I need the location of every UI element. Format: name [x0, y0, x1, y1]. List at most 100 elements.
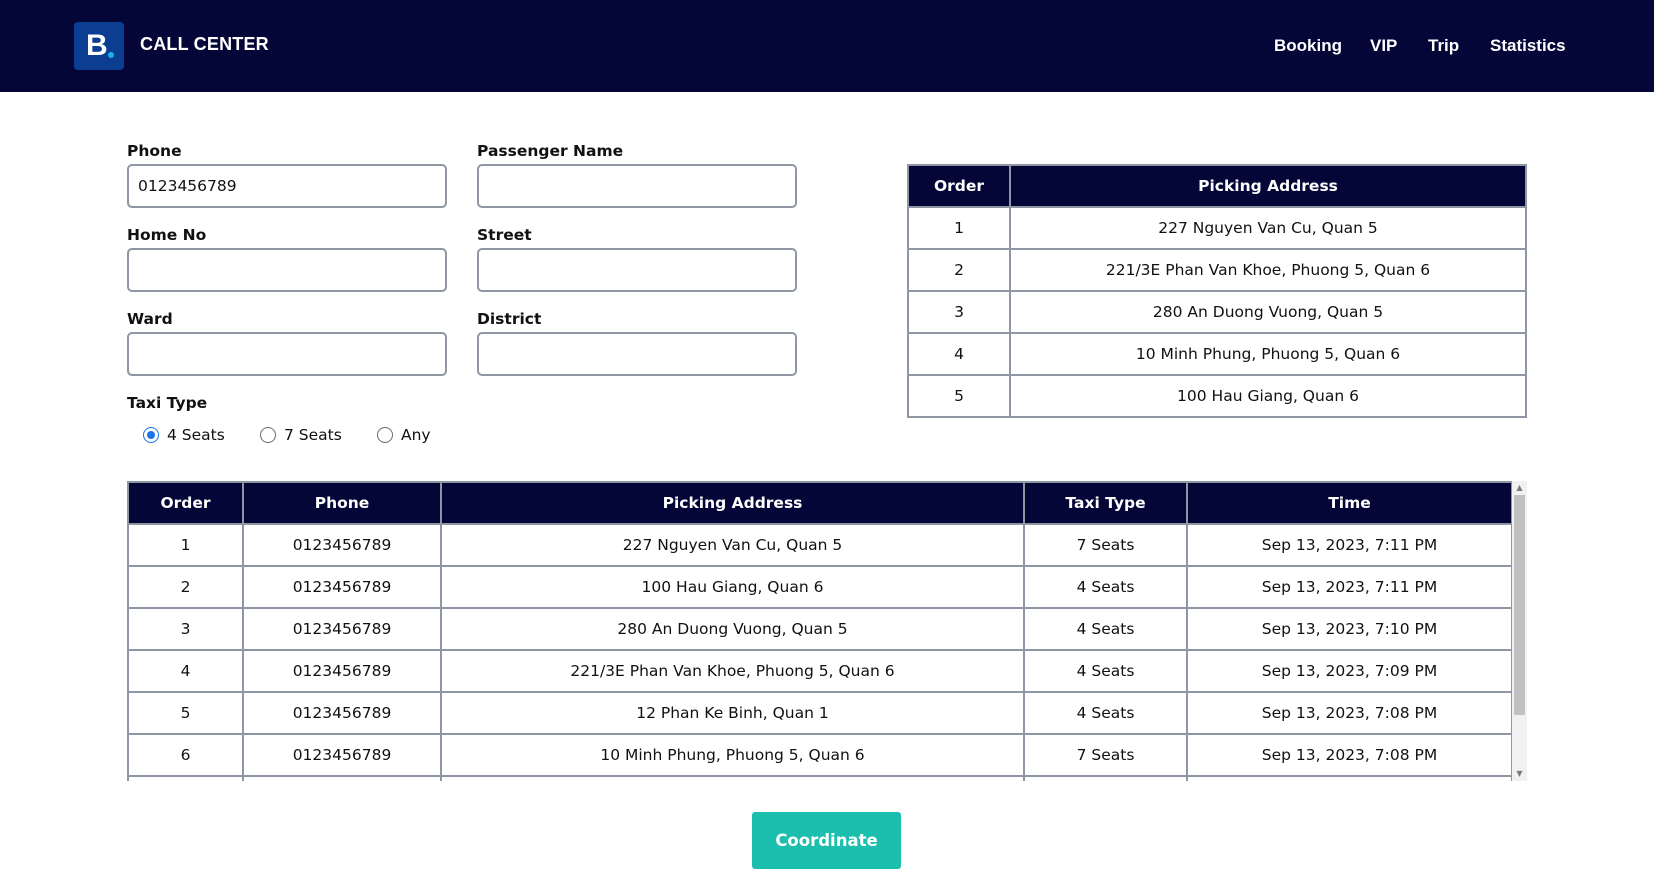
scroll-up-arrow-icon[interactable]: ▲	[1512, 483, 1527, 493]
table-row[interactable]: 3 280 An Duong Vuong, Quan 5	[907, 290, 1527, 334]
cell-order: 5	[127, 691, 244, 735]
col-order: Order	[907, 164, 1011, 208]
cell-time: Sep 13, 2023, 7:08 PM	[1186, 733, 1513, 777]
cell-taxi-type: 4 Seats	[1023, 691, 1188, 735]
cell-taxi-type	[1023, 775, 1188, 781]
col-picking-address: Picking Address	[440, 481, 1025, 525]
cell-taxi-type: 7 Seats	[1023, 733, 1188, 777]
taxi-type-4-seats[interactable]: 4 Seats	[143, 424, 225, 446]
cell-phone	[242, 775, 442, 781]
street-input[interactable]	[477, 248, 797, 292]
cell-order: 5	[907, 374, 1011, 418]
cell-order: 4	[907, 332, 1011, 376]
radio-7-seats[interactable]	[260, 427, 276, 443]
cell-address: 280 An Duong Vuong, Quan 5	[1009, 290, 1527, 334]
district-input[interactable]	[477, 332, 797, 376]
logo-dot-icon	[108, 52, 114, 58]
col-time: Time	[1186, 481, 1513, 525]
table-header-row: Order Phone Picking Address Taxi Type Ti…	[127, 481, 1513, 525]
cell-order: 2	[907, 248, 1011, 292]
booking-table: Order Phone Picking Address Taxi Type Ti…	[127, 481, 1513, 781]
cell-order: 6	[127, 733, 244, 777]
logo[interactable]: B	[74, 22, 124, 70]
table-row[interactable]: 5 100 Hau Giang, Quan 6	[907, 374, 1527, 418]
cell-time: Sep 13, 2023, 7:11 PM	[1186, 523, 1513, 567]
cell-address: 12 Phan Ke Binh, Quan 1	[440, 691, 1025, 735]
passenger-name-label: Passenger Name	[477, 142, 624, 160]
cell-order: 1	[907, 206, 1011, 250]
top-navbar: B CALL CENTER Booking VIP Trip Statistic…	[0, 0, 1654, 92]
district-label: District	[477, 310, 542, 328]
cell-order: 4	[127, 649, 244, 693]
street-label: Street	[477, 226, 532, 244]
cell-order: 3	[127, 607, 244, 651]
cell-taxi-type: 7 Seats	[1023, 523, 1188, 567]
logo-letter: B	[86, 29, 108, 62]
cell-address	[440, 775, 1025, 781]
cell-order	[127, 775, 244, 781]
taxi-type-7-seats[interactable]: 7 Seats	[260, 424, 342, 446]
col-taxi-type: Taxi Type	[1023, 481, 1188, 525]
scroll-down-arrow-icon[interactable]: ▼	[1512, 769, 1527, 779]
cell-address: 221/3E Phan Van Khoe, Phuong 5, Quan 6	[440, 649, 1025, 693]
table-row[interactable]: 2 0123456789 100 Hau Giang, Quan 6 4 Sea…	[127, 565, 1513, 609]
table-row[interactable]: 5 0123456789 12 Phan Ke Binh, Quan 1 4 S…	[127, 691, 1513, 735]
cell-address: 100 Hau Giang, Quan 6	[1009, 374, 1527, 418]
cell-phone: 0123456789	[242, 523, 442, 567]
radio-4-seats[interactable]	[143, 427, 159, 443]
taxi-type-label: Taxi Type	[127, 394, 208, 412]
ward-label: Ward	[127, 310, 173, 328]
table-row[interactable]: 4 10 Minh Phung, Phuong 5, Quan 6	[907, 332, 1527, 376]
nav-statistics[interactable]: Statistics	[1490, 36, 1566, 56]
radio-7-seats-label: 7 Seats	[284, 426, 342, 444]
cell-order: 2	[127, 565, 244, 609]
radio-any[interactable]	[377, 427, 393, 443]
cell-phone: 0123456789	[242, 733, 442, 777]
cell-taxi-type: 4 Seats	[1023, 649, 1188, 693]
cell-time	[1186, 775, 1513, 781]
cell-time: Sep 13, 2023, 7:10 PM	[1186, 607, 1513, 651]
table-header-row: Order Picking Address	[907, 164, 1527, 208]
cell-address: 227 Nguyen Van Cu, Quan 5	[1009, 206, 1527, 250]
cell-address: 100 Hau Giang, Quan 6	[440, 565, 1025, 609]
table-row[interactable]	[127, 775, 1513, 781]
nav-trip[interactable]: Trip	[1428, 36, 1459, 56]
cell-phone: 0123456789	[242, 649, 442, 693]
passenger-name-input[interactable]	[477, 164, 797, 208]
col-phone: Phone	[242, 481, 442, 525]
radio-any-label: Any	[401, 426, 431, 444]
cell-phone: 0123456789	[242, 691, 442, 735]
cell-address: 227 Nguyen Van Cu, Quan 5	[440, 523, 1025, 567]
cell-time: Sep 13, 2023, 7:09 PM	[1186, 649, 1513, 693]
booking-table-scroll-area[interactable]: Order Phone Picking Address Taxi Type Ti…	[127, 481, 1527, 781]
cell-taxi-type: 4 Seats	[1023, 565, 1188, 609]
coordinate-button[interactable]: Coordinate	[752, 812, 901, 869]
nav-vip[interactable]: VIP	[1370, 36, 1397, 56]
cell-address: 10 Minh Phung, Phuong 5, Quan 6	[440, 733, 1025, 777]
ward-input[interactable]	[127, 332, 447, 376]
home-no-label: Home No	[127, 226, 207, 244]
col-picking-address: Picking Address	[1009, 164, 1527, 208]
table-row[interactable]: 1 0123456789 227 Nguyen Van Cu, Quan 5 7…	[127, 523, 1513, 567]
scrollbar-thumb[interactable]	[1514, 495, 1525, 715]
cell-phone: 0123456789	[242, 565, 442, 609]
cell-phone: 0123456789	[242, 607, 442, 651]
radio-4-seats-label: 4 Seats	[167, 426, 225, 444]
booking-table-scrollbar[interactable]: ▲ ▼	[1512, 481, 1527, 781]
taxi-type-any[interactable]: Any	[377, 424, 431, 446]
table-row[interactable]: 6 0123456789 10 Minh Phung, Phuong 5, Qu…	[127, 733, 1513, 777]
home-no-input[interactable]	[127, 248, 447, 292]
cell-time: Sep 13, 2023, 7:08 PM	[1186, 691, 1513, 735]
table-row[interactable]: 1 227 Nguyen Van Cu, Quan 5	[907, 206, 1527, 250]
phone-input[interactable]	[127, 164, 447, 208]
cell-address: 10 Minh Phung, Phuong 5, Quan 6	[1009, 332, 1527, 376]
brand-title: CALL CENTER	[140, 34, 269, 54]
phone-label: Phone	[127, 142, 182, 160]
nav-booking[interactable]: Booking	[1274, 36, 1342, 56]
table-row[interactable]: 4 0123456789 221/3E Phan Van Khoe, Phuon…	[127, 649, 1513, 693]
picking-address-table: Order Picking Address 1 227 Nguyen Van C…	[907, 164, 1527, 418]
cell-address: 280 An Duong Vuong, Quan 5	[440, 607, 1025, 651]
cell-time: Sep 13, 2023, 7:11 PM	[1186, 565, 1513, 609]
table-row[interactable]: 2 221/3E Phan Van Khoe, Phuong 5, Quan 6	[907, 248, 1527, 292]
table-row[interactable]: 3 0123456789 280 An Duong Vuong, Quan 5 …	[127, 607, 1513, 651]
